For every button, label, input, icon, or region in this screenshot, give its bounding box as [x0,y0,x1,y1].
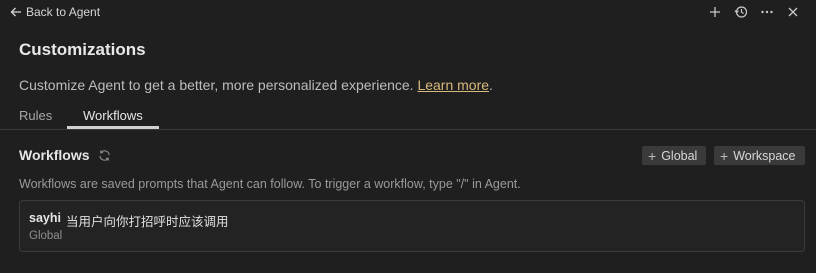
tab-rules[interactable]: Rules [19,108,52,123]
workflow-name: sayhi [29,211,61,225]
back-to-agent-link[interactable]: Back to Agent [10,5,100,19]
workflow-scope: Global [29,230,63,242]
add-workspace-workflow-button[interactable]: + Workspace [714,146,805,165]
workflows-section-header: Workflows [19,147,112,163]
workflow-description: 当用户向你打招呼时应该调用 [66,214,229,229]
learn-more-link[interactable]: Learn more [417,77,489,93]
tab-bar: Rules Workflows [0,104,816,130]
active-tab-indicator [67,126,159,129]
workflow-item-sayhi[interactable]: sayhi 当用户向你打招呼时应该调用 Global [19,200,805,252]
back-to-agent-label: Back to Agent [26,5,101,19]
refresh-icon[interactable] [98,148,112,162]
add-global-workflow-button[interactable]: + Global [642,146,706,165]
top-bar: Back to Agent [0,0,816,24]
close-icon[interactable] [786,5,800,19]
plus-icon: + [720,147,729,164]
workflows-section-title: Workflows [19,147,90,163]
top-actions [708,5,800,19]
subtitle-end: . [489,77,493,93]
more-icon[interactable] [760,5,774,19]
plus-icon[interactable] [708,5,722,19]
workflows-description: Workflows are saved prompts that Agent c… [19,177,521,191]
arrow-left-icon [10,6,22,18]
page-title: Customizations [19,40,146,59]
tab-workflows[interactable]: Workflows [83,108,143,123]
add-workspace-label: Workspace [733,148,796,163]
history-icon[interactable] [734,5,748,19]
customizations-panel: Back to Agent Customizations Customize A… [0,0,816,273]
page-subtitle: Customize Agent to get a better, more pe… [19,77,493,93]
subtitle-text: Customize Agent to get a better, more pe… [19,77,418,93]
add-global-label: Global [661,148,698,163]
plus-icon: + [648,147,657,164]
